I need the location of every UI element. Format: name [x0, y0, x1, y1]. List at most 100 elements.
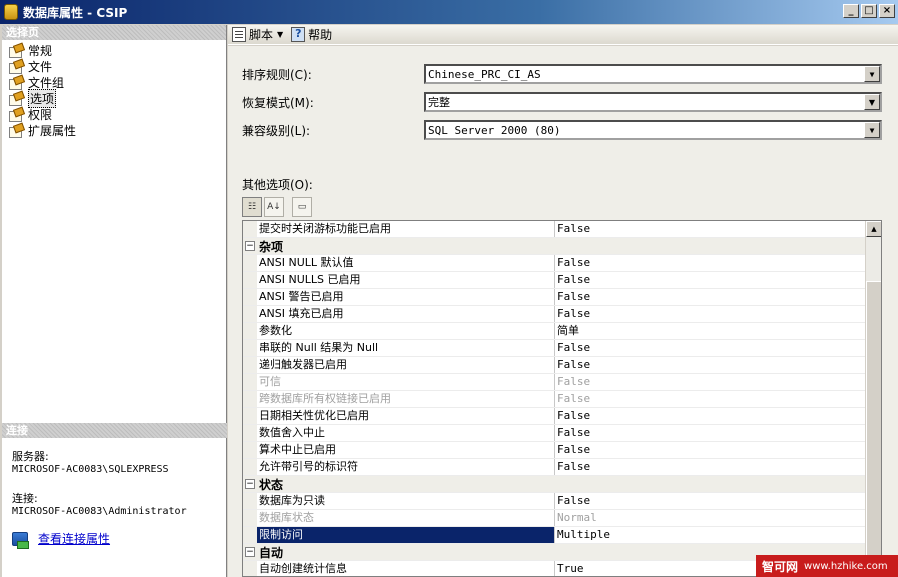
categorized-button[interactable]: ☷ — [242, 197, 262, 217]
maximize-button[interactable]: □ — [861, 4, 877, 18]
property-row[interactable]: 数值舍入中止 False — [243, 425, 881, 442]
property-value: False — [555, 459, 881, 475]
property-row[interactable]: ANSI NULL 默认值 False — [243, 255, 881, 272]
property-name: 算术中止已启用 — [257, 442, 555, 458]
property-value-text: 简单 — [557, 324, 579, 337]
property-value: False — [555, 306, 881, 322]
collation-label: 排序规则(C): — [242, 67, 312, 82]
property-grid[interactable]: 提交时关闭游标功能已启用 False − 杂项 ANSI NULL 默认值 Fal… — [242, 220, 882, 577]
script-label: 脚本 — [249, 28, 274, 42]
property-value-text: Normal — [557, 511, 597, 524]
watermark: 智可网 www.hzhike.com — [756, 555, 898, 577]
chevron-down-icon[interactable]: ▼ — [864, 122, 880, 138]
property-name: 参数化 — [257, 323, 555, 339]
minimize-button[interactable]: _ — [843, 4, 859, 18]
property-grid-toolbar: ☷ A↓ ▭ — [242, 197, 312, 217]
property-row[interactable]: 递归触发器已启用 False — [243, 357, 881, 374]
property-row[interactable]: 参数化 简单 — [243, 323, 881, 340]
right-pane: 脚本 ▼ 帮助 排序规则(C): Chinese_PRC_CI_AS ▼ 恢复模… — [228, 25, 898, 577]
property-row[interactable]: 可信 False — [243, 374, 881, 391]
page-icon — [8, 76, 24, 90]
category-label: 杂项 — [259, 239, 284, 254]
left-pane: 选择页 常规 文件 文件组 选项 权限 扩展属性 连接 服务器: MICROSO… — [2, 25, 227, 577]
collation-select[interactable]: Chinese_PRC_CI_AS ▼ — [424, 64, 882, 84]
category-label: 自动 — [259, 545, 284, 560]
watermark-brand: 智可网 — [762, 559, 799, 574]
collapse-icon[interactable]: − — [245, 547, 255, 557]
property-row[interactable]: ANSI 警告已启用 False — [243, 289, 881, 306]
property-row[interactable]: 允许带引号的标识符 False — [243, 459, 881, 476]
alphabetical-button[interactable]: A↓ — [264, 197, 284, 217]
property-value: False — [555, 272, 881, 288]
property-value-text: False — [557, 409, 591, 422]
chevron-down-icon[interactable]: ▼ — [864, 66, 880, 82]
property-name: ANSI 警告已启用 — [257, 289, 555, 305]
page-item-options[interactable]: 选项 — [2, 88, 226, 108]
property-name: 自动创建统计信息 — [257, 561, 555, 576]
property-value: 简单 — [555, 323, 881, 339]
category-state[interactable]: − 状态 — [243, 476, 881, 493]
property-name: 跨数据库所有权链接已启用 — [257, 391, 555, 407]
property-value: False — [555, 425, 881, 441]
property-value-text: False — [557, 256, 591, 269]
property-row[interactable]: 数据库状态 Normal — [243, 510, 881, 527]
property-value: False — [555, 340, 881, 356]
other-options-label: 其他选项(O): — [242, 178, 313, 192]
scrollbar-thumb[interactable] — [866, 281, 881, 575]
property-name: ANSI NULL 默认值 — [257, 255, 555, 271]
page-icon — [8, 60, 24, 74]
property-row[interactable]: ANSI 填充已启用 False — [243, 306, 881, 323]
property-value: False — [555, 493, 881, 509]
page-item-files[interactable]: 文件 — [2, 58, 226, 74]
sort-az-icon: A↓ — [267, 202, 281, 212]
chevron-down-icon[interactable]: ▼ — [277, 30, 283, 39]
property-value: False — [555, 391, 881, 407]
property-value: False — [555, 255, 881, 271]
property-name: 数据库状态 — [257, 510, 555, 526]
collation-value: Chinese_PRC_CI_AS — [428, 67, 541, 81]
property-name: 递归触发器已启用 — [257, 357, 555, 373]
chevron-down-icon[interactable]: ▼ — [864, 94, 880, 110]
property-pages-button[interactable]: ▭ — [292, 197, 312, 217]
collapse-icon[interactable]: − — [245, 479, 255, 489]
property-value-text: False — [557, 358, 591, 371]
options-panel: 排序规则(C): Chinese_PRC_CI_AS ▼ 恢复模式(M): 完整… — [228, 46, 898, 577]
property-row[interactable]: 跨数据库所有权链接已启用 False — [243, 391, 881, 408]
property-name: 串联的 Null 结果为 Null — [257, 340, 555, 356]
property-value-text: False — [557, 341, 591, 354]
connection-pane: 连接 服务器: MICROSOF-AC0083\SQLEXPRESS 连接: M… — [2, 423, 227, 577]
property-row[interactable]: 提交时关闭游标功能已启用 False — [243, 221, 881, 238]
connection-properties-icon — [12, 532, 29, 549]
property-row[interactable]: 限制访问Multiple▼ — [243, 527, 881, 544]
help-button[interactable]: 帮助 — [291, 26, 332, 43]
page-item-general[interactable]: 常规 — [2, 42, 226, 58]
page-item-extended-properties[interactable]: 扩展属性 — [2, 122, 226, 138]
property-row[interactable]: 串联的 Null 结果为 Null False — [243, 340, 881, 357]
property-value: False — [555, 408, 881, 424]
property-name: 数据库为只读 — [257, 493, 555, 509]
page-item-label: 文件 — [28, 59, 53, 74]
property-row[interactable]: 算术中止已启用 False — [243, 442, 881, 459]
database-icon — [4, 4, 18, 20]
property-row[interactable]: ANSI NULLS 已启用 False — [243, 272, 881, 289]
view-connection-properties-link[interactable]: 查看连接属性 — [12, 532, 227, 549]
script-button[interactable]: 脚本 ▼ — [232, 26, 283, 43]
recovery-select[interactable]: 完整 ▼ — [424, 92, 882, 112]
page-icon — [8, 44, 24, 58]
scroll-up-icon[interactable]: ▲ — [866, 221, 881, 237]
close-button[interactable]: × — [879, 4, 895, 18]
property-value-text: False — [557, 426, 591, 439]
category-misc[interactable]: − 杂项 — [243, 238, 881, 255]
categorized-icon: ☷ — [247, 202, 257, 212]
connection-header: 连接 — [2, 423, 227, 438]
compat-label: 兼容级别(L): — [242, 123, 311, 138]
window-title: 数据库属性 - CSIP — [23, 5, 128, 20]
property-row[interactable]: 日期相关性优化已启用 False — [243, 408, 881, 425]
compat-select[interactable]: SQL Server 2000 (80) ▼ — [424, 120, 882, 140]
property-row[interactable]: 数据库为只读 False — [243, 493, 881, 510]
page-item-permissions[interactable]: 权限 — [2, 106, 226, 122]
property-name: ANSI 填充已启用 — [257, 306, 555, 322]
property-name: 提交时关闭游标功能已启用 — [257, 221, 555, 237]
collapse-icon[interactable]: − — [245, 241, 255, 251]
vertical-scrollbar[interactable]: ▲ — [865, 221, 881, 576]
